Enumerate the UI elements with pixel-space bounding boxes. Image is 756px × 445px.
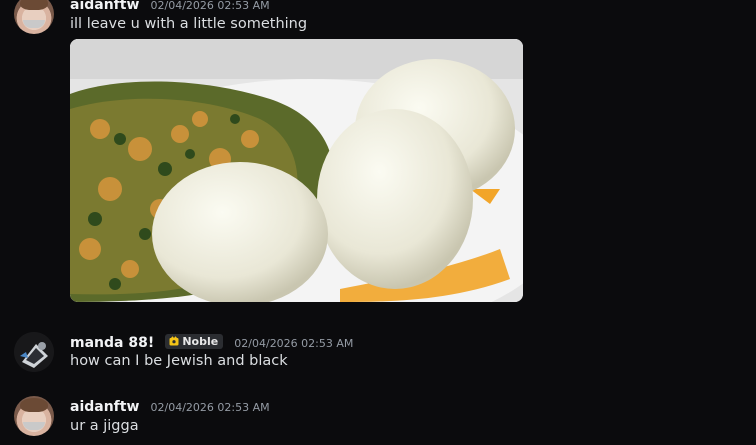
timestamp[interactable]: 02/04/2026 02:53 AM: [234, 337, 353, 350]
avatar-manda-icon: [14, 332, 54, 372]
badge-label: Noble: [182, 334, 219, 348]
message-text: ur a jigga: [70, 418, 139, 434]
noble-badge[interactable]: Noble: [165, 333, 224, 349]
message-item: aidanftw 02/04/2026 02:53 AM ill leave u…: [0, 0, 756, 310]
user-avatar[interactable]: [14, 332, 54, 372]
timestamp[interactable]: 02/04/2026 02:53 AM: [151, 0, 270, 12]
message-item: aidanftw 02/04/2026 02:53 AM ur a jigga: [0, 396, 756, 445]
message-item: manda 88! Noble 02/04/2026 02:53 AM how …: [0, 330, 756, 374]
message-header: aidanftw 02/04/2026 02:53 AM: [70, 396, 270, 415]
image-attachment[interactable]: [70, 39, 523, 302]
food-image: [70, 39, 523, 302]
message-header: manda 88! Noble 02/04/2026 02:53 AM: [70, 332, 353, 351]
noble-badge-icon: [169, 336, 179, 346]
message-header: aidanftw 02/04/2026 02:53 AM: [70, 0, 270, 13]
user-avatar[interactable]: [14, 0, 54, 34]
message-text: ill leave u with a little something: [70, 16, 308, 32]
timestamp[interactable]: 02/04/2026 02:53 AM: [151, 401, 270, 414]
username[interactable]: aidanftw: [70, 399, 139, 415]
username[interactable]: aidanftw: [70, 0, 139, 13]
username[interactable]: manda 88!: [70, 335, 154, 351]
user-avatar[interactable]: [14, 396, 54, 436]
message-text: how can I be Jewish and black: [70, 353, 288, 369]
